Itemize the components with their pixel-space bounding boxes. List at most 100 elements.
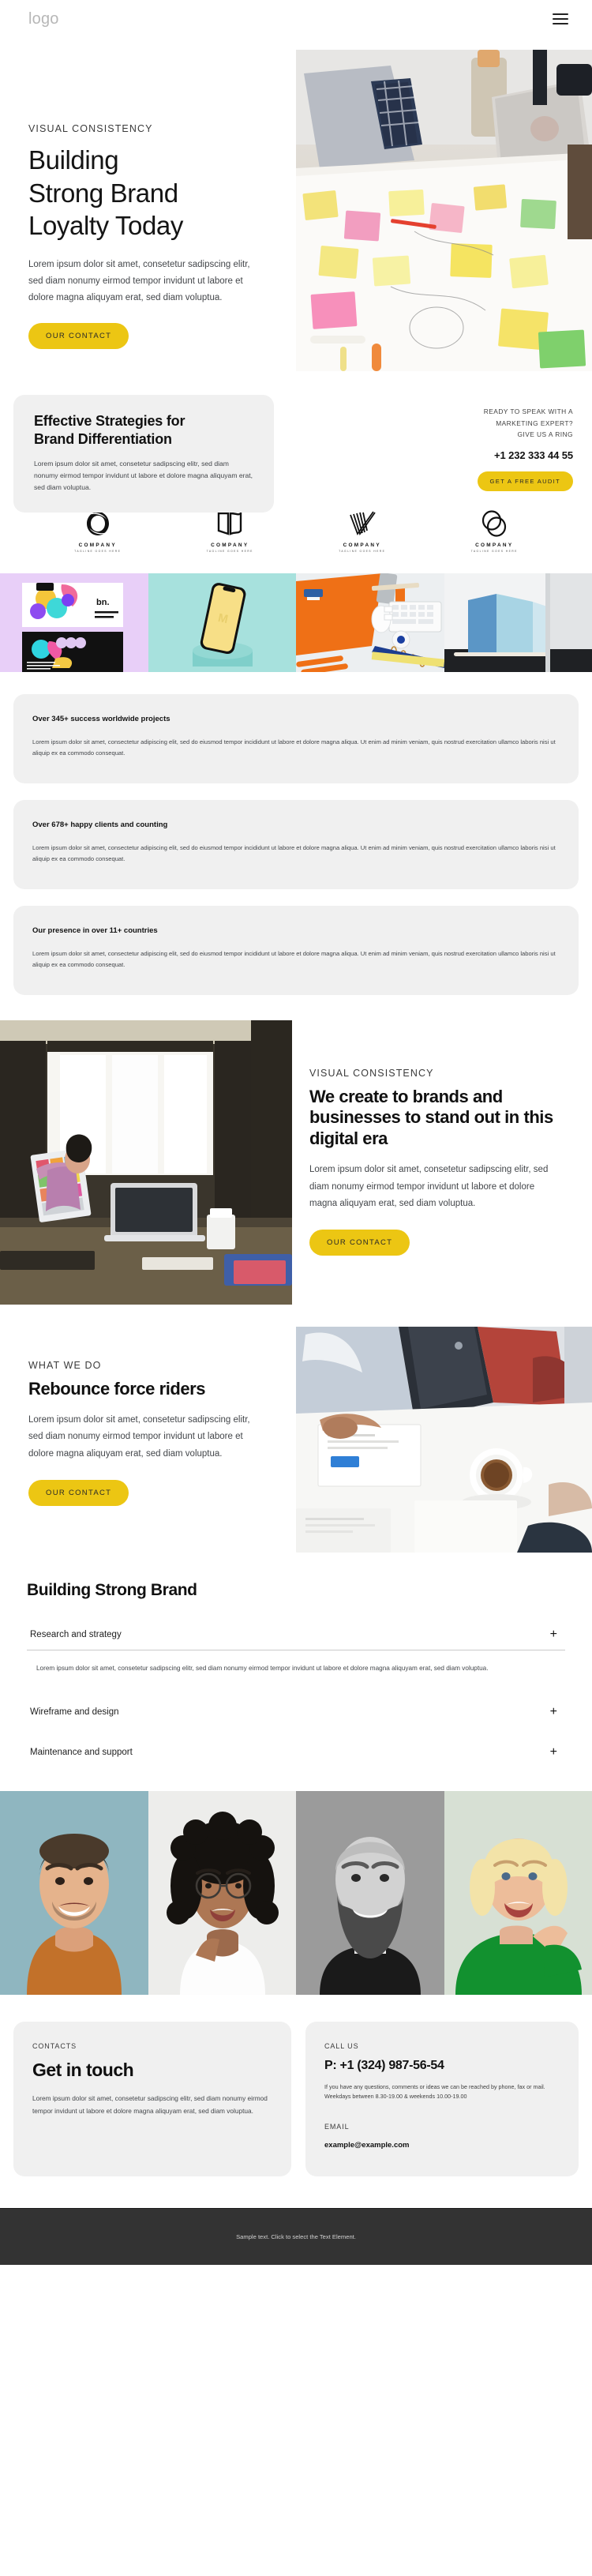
client-logo-tagline: TAGLINE GOES HERE [339, 550, 386, 553]
feature-one-image [0, 1020, 292, 1305]
client-logo-tagline: TAGLINE GOES HERE [74, 550, 122, 553]
feature-one-copy: VISUAL CONSISTENCY We create to brands a… [309, 1068, 562, 1256]
hero-title-line-3: Loyalty Today [28, 211, 183, 241]
feature-one-contact-button[interactable]: OUR CONTACT [309, 1230, 410, 1256]
feature-two-eyebrow: WHAT WE DO [28, 1359, 102, 1371]
email-label: EMAIL [324, 2122, 350, 2131]
plus-icon[interactable]: + [550, 1745, 562, 1759]
gallery-item-1[interactable]: bn. [0, 573, 148, 672]
feature-two-body: Lorem ipsum dolor sit amet, consetetur s… [28, 1415, 250, 1459]
plus-icon[interactable]: + [550, 1628, 562, 1641]
feature-two-contact-button[interactable]: OUR CONTACT [28, 1479, 129, 1506]
accordion-label: Research and strategy [30, 1629, 122, 1639]
side-label-line-3: GIVE US A RING [517, 430, 573, 439]
landing-page: logo VISUAL CONSISTENCY Building Strong … [0, 0, 592, 2265]
hero-image [296, 50, 592, 371]
stat-title: Our presence in over 11+ countries [32, 926, 158, 935]
stats-section: Over 345+ success worldwide projects Lor… [0, 672, 592, 1016]
client-logo-tagline: TAGLINE GOES HERE [470, 550, 518, 553]
open-book-logo-icon [217, 510, 242, 537]
site-header: logo [0, 0, 592, 38]
client-logos-row: COMPANY TAGLINE GOES HERE COMPANY TAGLIN… [0, 504, 592, 573]
contact-section: CONTACTS Get in touch Lorem ipsum dolor … [0, 1995, 592, 2208]
stat-title: Over 345+ success worldwide projects [32, 715, 170, 723]
client-logo-name: COMPANY [475, 543, 514, 548]
feature-two-title: Rebounce force riders [28, 1378, 206, 1399]
client-logo-3[interactable]: COMPANY TAGLINE GOES HERE [323, 510, 402, 553]
client-logo-name: COMPANY [211, 543, 249, 548]
hero-section: VISUAL CONSISTENCY Building Strong Brand… [0, 38, 592, 371]
strategies-card: Effective Strategies for Brand Different… [13, 395, 274, 513]
strategies-body: Lorem ipsum dolor sit amet, consetetur s… [34, 460, 253, 492]
contacts-eyebrow: CONTACTS [32, 2041, 77, 2050]
feature-one-eyebrow: VISUAL CONSISTENCY [309, 1067, 434, 1079]
accordion-toggle[interactable]: Research and strategy + [27, 1620, 565, 1650]
hero-body: Lorem ipsum dolor sit amet, consetetur s… [28, 259, 250, 303]
stat-body: Lorem ipsum dolor sit amet, consectetur … [32, 843, 556, 863]
client-logo-name: COMPANY [78, 543, 117, 548]
side-label-line-2: MARKETING EXPERT? [496, 419, 573, 427]
side-label-line-1: READY TO SPEAK WITH A [483, 407, 573, 415]
feature-one-body: Lorem ipsum dolor sit amet, consetetur s… [309, 1165, 549, 1208]
overlapping-ovals-logo-icon [481, 510, 507, 537]
strategies-contact-block: READY TO SPEAK WITH A MARKETING EXPERT? … [423, 406, 573, 492]
client-logo-tagline: TAGLINE GOES HERE [206, 550, 253, 553]
hamburger-menu-icon[interactable] [553, 13, 568, 24]
contact-title: Get in touch [32, 2059, 134, 2080]
gallery-item-4[interactable] [444, 573, 592, 672]
accordion-spacer [27, 1727, 565, 1738]
team-photo-strip [0, 1790, 592, 1995]
feature-one-section: VISUAL CONSISTENCY We create to brands a… [0, 1016, 592, 1316]
site-logo[interactable]: logo [28, 10, 59, 28]
client-logo-2[interactable]: COMPANY TAGLINE GOES HERE [190, 510, 269, 553]
stat-card: Over 345+ success worldwide projects Lor… [13, 694, 579, 783]
svg-text:bn.: bn. [96, 598, 110, 607]
contact-phone[interactable]: P: +1 (324) 987-56-54 [324, 2059, 560, 2073]
hero-eyebrow: VISUAL CONSISTENCY [28, 123, 153, 134]
strategies-phone[interactable]: +1 232 333 44 55 [423, 449, 573, 461]
gallery-item-3[interactable] [296, 573, 444, 672]
hero-title-line-2: Strong Brand [28, 178, 178, 208]
hero-contact-button[interactable]: OUR CONTACT [28, 322, 129, 349]
strategies-title-line-2: Brand Differentiation [34, 431, 172, 448]
site-footer: Sample text. Click to select the Text El… [0, 2207, 592, 2265]
accordion-toggle[interactable]: Maintenance and support + [27, 1738, 565, 1767]
feature-two-image [296, 1326, 592, 1553]
stat-card: Our presence in over 11+ countries Lorem… [13, 905, 579, 995]
contact-email[interactable]: example@example.com [324, 2141, 560, 2150]
stat-card: Over 678+ happy clients and counting Lor… [13, 799, 579, 889]
client-logo-1[interactable]: COMPANY TAGLINE GOES HERE [58, 510, 137, 553]
portfolio-gallery: bn. M [0, 573, 592, 672]
feature-two-section: WHAT WE DO Rebounce force riders Lorem i… [0, 1316, 592, 1553]
team-photo-3 [296, 1790, 444, 1995]
client-logo-4[interactable]: COMPANY TAGLINE GOES HERE [455, 510, 534, 553]
ring-knot-logo-icon [86, 510, 110, 537]
strategies-title: Effective Strategies for Brand Different… [34, 412, 253, 449]
strategies-section: Effective Strategies for Brand Different… [0, 371, 592, 513]
contact-info-card: CONTACTS Get in touch Lorem ipsum dolor … [13, 2021, 291, 2176]
accordion-panel-text: Lorem ipsum dolor sit amet, consetetur s… [36, 1664, 489, 1672]
team-photo-2 [148, 1790, 296, 1995]
call-us-card: CALL US P: +1 (324) 987-56-54 If you hav… [305, 2021, 579, 2176]
call-us-eyebrow: CALL US [324, 2041, 359, 2050]
accordion-heading: Building Strong Brand [27, 1580, 197, 1599]
contact-hours-note: If you have any questions, comments or i… [324, 2082, 545, 2101]
hero-copy: VISUAL CONSISTENCY Building Strong Brand… [28, 123, 265, 349]
plus-icon[interactable]: + [550, 1705, 562, 1718]
footer-text[interactable]: Sample text. Click to select the Text El… [236, 2233, 356, 2240]
accordion-panel: Lorem ipsum dolor sit amet, consetetur s… [27, 1650, 565, 1698]
accordion-section: Building Strong Brand Research and strat… [0, 1553, 592, 1791]
feature-two-copy: WHAT WE DO Rebounce force riders Lorem i… [28, 1360, 265, 1506]
accordion-item-research-and-strategy: Research and strategy + Lorem ipsum dolo… [27, 1620, 565, 1698]
strategies-title-line-1: Effective Strategies for [34, 413, 185, 429]
gallery-item-2[interactable]: M [148, 573, 296, 672]
accordion-item-wireframe-and-design: Wireframe and design + [27, 1698, 565, 1727]
team-photo-1 [0, 1790, 148, 1995]
accordion-label: Maintenance and support [30, 1747, 133, 1757]
strategies-side-label: READY TO SPEAK WITH A MARKETING EXPERT? … [423, 406, 573, 441]
accordion-label: Wireframe and design [30, 1707, 119, 1717]
stat-body: Lorem ipsum dolor sit amet, consectetur … [32, 738, 556, 757]
free-audit-button[interactable]: GET A FREE AUDIT [477, 471, 573, 492]
accordion-toggle[interactable]: Wireframe and design + [27, 1698, 565, 1727]
feature-one-title: We create to brands and businesses to st… [309, 1086, 553, 1148]
